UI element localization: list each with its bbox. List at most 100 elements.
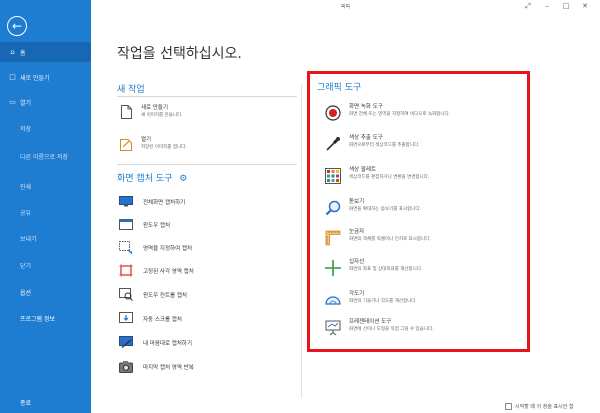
back-arrow-icon[interactable]: ← <box>7 16 27 36</box>
tool-name: 십자선 <box>349 259 365 265</box>
new-task-heading: 새 작업 <box>117 85 145 95</box>
sidebar-item-label: 홈 <box>20 49 26 57</box>
tool-name: 색상 팔레트 <box>349 167 377 173</box>
tool-desc: 화면의 기울기나 각도를 계산합니다. <box>349 299 417 304</box>
tool-name: 프레젠테이션 도구 <box>349 319 392 325</box>
maximize-icon[interactable]: □ <box>559 2 573 10</box>
magnifier-icon <box>323 198 343 218</box>
protractor-icon <box>323 290 343 310</box>
new-file-task[interactable]: 새로 만들기 새 이미지를 만듭니다. <box>119 104 183 120</box>
gear-icon[interactable]: ⚙ <box>179 174 187 184</box>
sidebar-item-print[interactable]: 인쇄 <box>0 176 91 196</box>
capture-label: 전체화면 캡처하기 <box>143 199 186 206</box>
open-task[interactable]: 열기 저장된 이미지를 엽니다. <box>119 136 187 152</box>
task-name: 열기 <box>141 137 152 143</box>
capture-heading: 화면 캡처 도구 ⚙ <box>117 171 187 184</box>
tool-presentation[interactable]: 프레젠테이션 도구 화면에 선이나 도형을 직접 그릴 수 있습니다. <box>323 318 434 338</box>
sidebar-item-label: 프로그램 정보 <box>20 315 56 323</box>
sidebar-item-home[interactable]: ⌂ 홈 <box>0 42 91 62</box>
tool-desc: 화면의 좌표 및 상대좌표를 계산합니다. <box>349 267 423 272</box>
capture-label: 내 마음대로 캡처하기 <box>143 340 193 347</box>
sidebar-item-about[interactable]: 프로그램 정보 <box>0 308 91 328</box>
tool-name: 화면 녹화 도구 <box>349 104 383 110</box>
task-desc: 저장된 이미지를 엽니다. <box>141 145 187 150</box>
new-file-icon: □ <box>9 73 16 81</box>
graphic-tools-heading: 그래픽 도구 <box>317 83 362 93</box>
tool-desc: 화면에 선이나 도형을 직접 그릴 수 있습니다. <box>349 327 434 332</box>
record-icon <box>323 103 343 123</box>
capture-window[interactable]: 윈도우 캡처 <box>118 218 170 231</box>
whiteboard-icon <box>323 318 343 338</box>
tool-crosshair[interactable]: 십자선 화면의 좌표 및 상대좌표를 계산합니다. <box>323 258 422 278</box>
tool-ruler[interactable]: 눈금자 화면의 객체를 픽셀이나 인치로 표시합니다. <box>323 228 431 248</box>
sidebar: ← ⌂ 홈 □ 새로 만들기 ▭ 열기 저장 다른 이름으로 저장 인쇄 공유 … <box>0 0 91 413</box>
dont-show-label: 시작할 때 이 창을 표시안 함 <box>515 404 574 410</box>
open-file-icon <box>119 136 133 152</box>
minimize-icon[interactable]: – <box>540 2 554 10</box>
folder-icon: ▭ <box>9 98 16 106</box>
divider <box>117 164 297 165</box>
sidebar-item-label: 다른 이름으로 저장 <box>20 153 68 161</box>
tool-color-picker[interactable]: 색상 추출 도구 화면으로부터 색상코드를 추출합니다. <box>323 134 420 154</box>
capture-heading-label: 화면 캡처 도구 <box>117 174 173 184</box>
monitor-icon <box>118 195 133 208</box>
tool-protractor[interactable]: 각도기 화면의 기울기나 각도를 계산합니다. <box>323 290 417 310</box>
capture-region[interactable]: 영역을 지정하여 캡처 <box>118 241 192 254</box>
new-file-icon <box>119 104 133 120</box>
tool-name: 돋보기 <box>349 199 365 205</box>
window-icon <box>118 218 133 231</box>
sidebar-item-save[interactable]: 저장 <box>0 118 91 138</box>
eyedropper-icon <box>323 134 343 154</box>
close-icon[interactable]: ✕ <box>578 2 592 10</box>
region-select-icon <box>118 241 133 254</box>
divider <box>117 96 297 97</box>
capture-label: 자동 스크롤 캡처 <box>143 316 182 323</box>
sidebar-item-label: 열기 <box>20 99 32 107</box>
column-divider <box>301 84 302 398</box>
sidebar-item-label: 닫기 <box>20 262 32 270</box>
camera-icon <box>118 360 133 373</box>
tool-desc: 화면의 객체를 픽셀이나 인치로 표시합니다. <box>349 237 431 242</box>
sidebar-item-options[interactable]: 옵션 <box>0 282 91 302</box>
tool-color-palette[interactable]: 색상 팔레트 색상코드를 편집하거나 변환을 변경합니다. <box>323 166 429 186</box>
tool-desc: 화면 전체 또는 영역을 지정하여 비디오로 녹화합니다. <box>349 112 451 117</box>
tool-screen-recorder[interactable]: 화면 녹화 도구 화면 전체 또는 영역을 지정하여 비디오로 녹화합니다. <box>323 103 450 123</box>
sidebar-item-label: 종료 <box>20 399 32 407</box>
tool-name: 색상 추출 도구 <box>349 135 383 141</box>
capture-label: 영역을 지정하여 캡처 <box>143 245 193 252</box>
tool-desc: 화면을 확대하는 돋보기를 표시합니다. <box>349 207 421 212</box>
tool-desc: 화면으로부터 색상코드를 추출합니다. <box>349 143 420 148</box>
sidebar-item-open[interactable]: ▭ 열기 <box>0 92 91 112</box>
sidebar-item-label: 옵션 <box>20 289 32 297</box>
task-desc: 새 이미지를 만듭니다. <box>141 113 183 118</box>
home-icon: ⌂ <box>10 48 15 56</box>
capture-auto-scroll[interactable]: 자동 스크롤 캡처 <box>118 312 182 325</box>
tool-desc: 색상코드를 편집하거나 변환을 변경합니다. <box>349 175 430 180</box>
sidebar-item-label: 보내기 <box>20 235 37 243</box>
tool-magnifier[interactable]: 돋보기 화면을 확대하는 돋보기를 표시합니다. <box>323 198 421 218</box>
capture-label: 고정된 사각 영역 캡처 <box>143 268 194 275</box>
capture-repeat-last[interactable]: 마지막 캡처 영역 반복 <box>118 360 194 373</box>
sidebar-item-exit[interactable]: 종료 <box>0 392 91 412</box>
dont-show-checkbox[interactable] <box>505 403 512 410</box>
tool-name: 눈금자 <box>349 229 365 235</box>
scroll-icon <box>118 312 133 325</box>
capture-label: 윈도우 캡처 <box>143 222 171 229</box>
page-title: 작업을 선택하십시오. <box>117 46 242 62</box>
task-name: 새로 만들기 <box>141 105 169 111</box>
sidebar-item-save-as[interactable]: 다른 이름으로 저장 <box>0 146 91 166</box>
ruler-icon <box>323 228 343 248</box>
capture-window-control[interactable]: 윈도우 컨트롤 캡처 <box>118 288 187 301</box>
capture-freehand[interactable]: 내 마음대로 캡처하기 <box>118 336 192 349</box>
sidebar-item-label: 공유 <box>20 209 32 217</box>
fixed-region-icon <box>118 264 133 277</box>
sidebar-item-export[interactable]: 보내기 <box>0 228 91 248</box>
sidebar-item-share[interactable]: 공유 <box>0 202 91 222</box>
sidebar-item-label: 인쇄 <box>20 183 32 191</box>
capture-fullscreen[interactable]: 전체화면 캡처하기 <box>118 195 185 208</box>
pin-icon[interactable]: ⤢ <box>521 2 535 10</box>
palette-icon <box>323 166 343 186</box>
capture-fixed-region[interactable]: 고정된 사각 영역 캡처 <box>118 264 194 277</box>
sidebar-item-close[interactable]: 닫기 <box>0 255 91 275</box>
sidebar-item-new[interactable]: □ 새로 만들기 <box>0 67 91 87</box>
